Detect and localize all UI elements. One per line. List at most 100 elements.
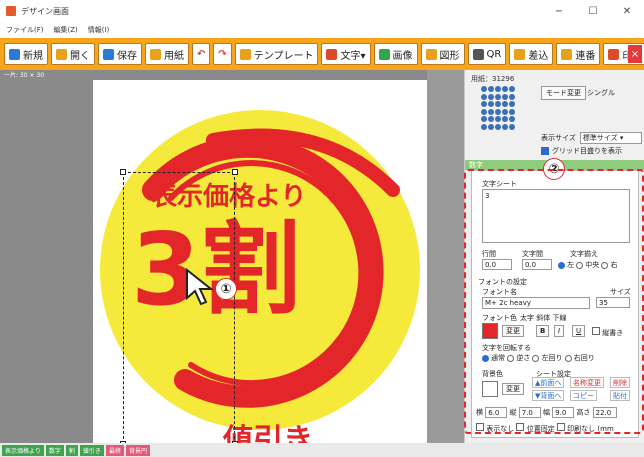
display-size-row: 表示サイズ 標準サイズ ▾ — [541, 132, 642, 144]
layout-preview[interactable] — [481, 86, 515, 130]
object-tab[interactable]: 最終 — [105, 444, 124, 456]
bold-toggle[interactable]: B — [536, 325, 550, 337]
line-spacing-label: 行間 — [482, 250, 496, 258]
display-size-select[interactable]: 標準サイズ ▾ — [579, 132, 642, 144]
paper-label: 用紙：31296 — [471, 75, 515, 83]
text-icon — [326, 48, 338, 60]
hide-checkbox[interactable] — [476, 423, 484, 431]
main-toolbar: 新規 開く 保存 用紙 ↶ ↷ テンプレート 文字▾ 画像 図形 QR 差込 連… — [0, 38, 644, 70]
position-row: 横 6.0 縦 7.0 幅 9.0 高さ 22.0 — [476, 407, 617, 418]
shape-icon — [425, 48, 437, 60]
font-color-label: フォント色 — [482, 314, 517, 322]
object-tabs: 表示価格より 数字 割 値引き 最終 背景円 — [0, 443, 644, 457]
design-canvas[interactable]: 一片: 30 × 30 表示価格より 3割 値引き ① — [0, 70, 464, 443]
window-controls: − ☐ ✕ — [542, 0, 644, 22]
send-back-button[interactable]: ▼背面へ — [532, 390, 565, 401]
paper-icon — [150, 48, 161, 60]
paste-button[interactable]: 貼付 — [610, 390, 630, 401]
menu-bar: ファイル(F) 編集(Z) 情報(I) — [0, 22, 644, 38]
text-sheet-input[interactable]: 3 — [482, 189, 630, 243]
line-spacing-input[interactable]: 0.0 — [482, 259, 512, 270]
discount-suffix-label[interactable]: 値引き — [223, 415, 313, 443]
bring-front-button[interactable]: ▲前面へ — [532, 377, 565, 388]
object-tab[interactable]: 背景円 — [125, 444, 150, 456]
underline-toggle[interactable]: U — [572, 325, 586, 337]
maximize-button[interactable]: ☐ — [576, 0, 610, 22]
char-spacing-input[interactable]: 0.0 — [522, 259, 552, 270]
delete-button[interactable]: 削除 — [610, 377, 630, 388]
title-bar: デザイン画面 − ☐ ✕ — [0, 0, 644, 22]
minimize-button[interactable]: − — [542, 0, 576, 22]
display-size-label: 表示サイズ — [541, 134, 576, 142]
undo-button[interactable]: ↶ — [192, 43, 211, 65]
close-window-button[interactable]: ✕ — [610, 0, 644, 22]
menu-info[interactable]: 情報(I) — [88, 25, 110, 35]
new-icon — [9, 48, 20, 60]
char-spacing-label: 文字間 — [522, 250, 543, 258]
properties-panel: 用紙：31296 モード変更 シングル 表示サイズ 標準サイズ ▾ グリッド目盛… — [464, 70, 644, 443]
grid-toggle-row[interactable]: グリッド目盛りを表示 — [541, 146, 622, 156]
bg-color-change-button[interactable]: 変更 — [502, 383, 524, 395]
ruler-readout: 一片: 30 × 30 — [4, 72, 45, 79]
object-tab[interactable]: 表示価格より — [2, 444, 44, 456]
height-input[interactable]: 22.0 — [592, 407, 617, 418]
label-paper[interactable]: 表示価格より 3割 値引き ① — [93, 80, 427, 443]
object-tab[interactable]: 数字 — [45, 444, 64, 456]
mode-value: シングル — [587, 89, 615, 97]
image-button[interactable]: 画像 — [373, 43, 418, 65]
noprint-checkbox[interactable] — [556, 423, 565, 431]
text-button[interactable]: 文字▾ — [321, 43, 371, 65]
pos-x-input[interactable]: 6.0 — [485, 407, 508, 418]
font-color-change-button[interactable]: 変更 — [502, 325, 524, 337]
canvas-gutter — [427, 70, 464, 443]
resize-handle-tl[interactable] — [120, 169, 126, 175]
serial-icon — [561, 48, 573, 60]
flags-row: 表示なし 位置固定 印刷なし (mm — [476, 423, 614, 434]
shape-button[interactable]: 図形 — [420, 43, 465, 65]
text-sheet-label: 文字シート — [482, 180, 517, 188]
font-name-select[interactable]: M+ 2c heavy — [482, 297, 590, 309]
vertical-toggle[interactable]: 縦書き — [592, 327, 623, 338]
new-button[interactable]: 新規 — [4, 43, 48, 65]
rename-button[interactable]: 名称変更 — [570, 377, 604, 388]
copy-button[interactable]: コピー — [570, 390, 597, 401]
lock-checkbox[interactable] — [516, 423, 525, 431]
bg-color-swatch[interactable] — [482, 381, 498, 397]
mode-change-button[interactable]: モード変更 — [541, 86, 586, 100]
image-icon — [378, 48, 390, 60]
open-button[interactable]: 開く — [51, 43, 95, 65]
italic-toggle[interactable]: I — [554, 325, 565, 337]
rotate-options[interactable]: 通常 逆さ 左回り 右回り — [482, 353, 595, 363]
rotate-label: 文字を回転する — [482, 344, 531, 352]
align-options[interactable]: 左 中央 右 — [558, 260, 617, 270]
width-input[interactable]: 9.0 — [552, 407, 575, 418]
save-button[interactable]: 保存 — [98, 43, 142, 65]
serial-button[interactable]: 連番 — [556, 43, 601, 65]
qr-button[interactable]: QR — [467, 43, 507, 65]
bg-color-label: 背景色 — [482, 370, 503, 378]
font-size-input[interactable]: 35 — [596, 297, 630, 308]
text-properties: 文字シート 3 行間 0.0 文字間 0.0 文字揃え 左 中央 右 フォントの… — [471, 170, 639, 438]
merge-button[interactable]: 差込 — [509, 43, 554, 65]
menu-file[interactable]: ファイル(F) — [6, 25, 44, 35]
redo-button[interactable]: ↷ — [213, 43, 232, 65]
paper-button[interactable]: 用紙 — [145, 43, 189, 65]
callout-2: ② — [543, 158, 565, 180]
font-color-swatch[interactable] — [482, 323, 498, 339]
window-title: デザイン画面 — [21, 6, 69, 16]
toolbar-close-button[interactable]: × — [628, 45, 642, 63]
csv-icon — [514, 48, 526, 60]
resize-handle-tr[interactable] — [232, 169, 238, 175]
pos-y-input[interactable]: 7.0 — [518, 407, 541, 418]
font-settings-label: フォントの設定 — [478, 278, 527, 286]
style-labels: 太字 斜体 下線 — [520, 314, 567, 322]
app-icon — [6, 6, 16, 16]
menu-edit[interactable]: 編集(Z) — [54, 25, 78, 35]
align-label: 文字揃え — [570, 250, 598, 258]
object-tab[interactable]: 値引き — [79, 444, 104, 456]
save-icon — [103, 48, 114, 60]
grid-checkbox[interactable] — [541, 147, 549, 155]
pointer-icon — [186, 268, 214, 306]
object-tab[interactable]: 割 — [65, 444, 78, 456]
template-button[interactable]: テンプレート — [234, 43, 319, 65]
